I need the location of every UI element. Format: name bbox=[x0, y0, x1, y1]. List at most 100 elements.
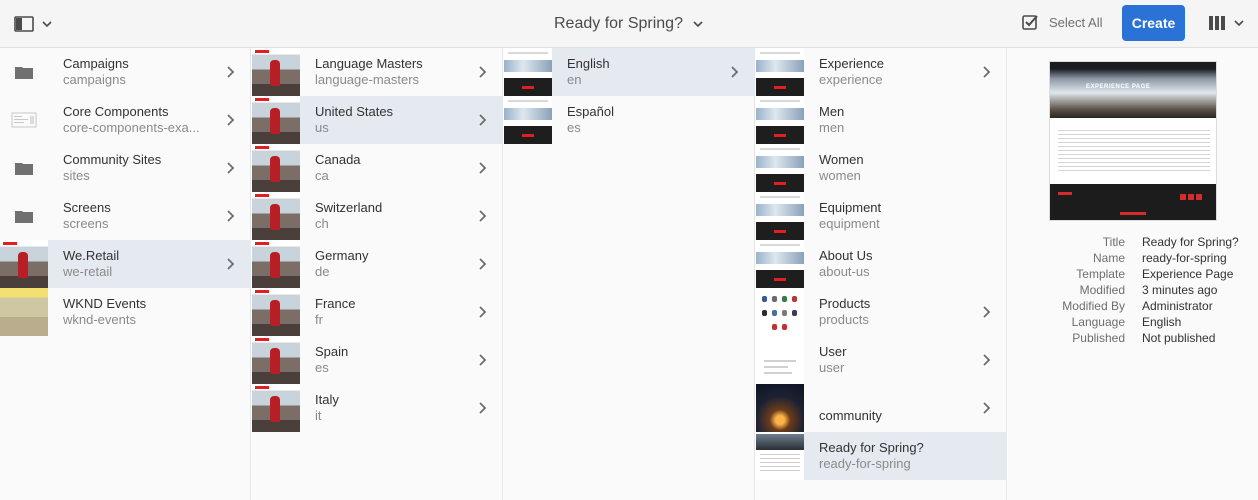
we-retail-thumbnail bbox=[252, 240, 300, 288]
property-key: Name bbox=[1092, 251, 1125, 265]
column-item-women[interactable]: Women women bbox=[756, 144, 1007, 192]
item-name: campaigns bbox=[63, 72, 126, 87]
item-title: English bbox=[567, 56, 610, 71]
item-title: Español bbox=[567, 104, 614, 119]
page-properties: Title Ready for Spring? Name ready-for-s… bbox=[1008, 235, 1258, 347]
column-item-men[interactable]: Men men bbox=[756, 96, 1007, 144]
column-item-core-components[interactable]: Core Components core-components-exa... bbox=[0, 96, 251, 144]
item-title: Campaigns bbox=[63, 56, 129, 71]
column-item-experience[interactable]: Experience experience bbox=[756, 48, 1007, 96]
page-thumbnail bbox=[756, 240, 804, 288]
select-all-label: Select All bbox=[1049, 15, 1103, 30]
column-item-we-retail[interactable]: We.Retail we-retail bbox=[0, 240, 251, 288]
item-title: community bbox=[819, 408, 882, 423]
page-title-dropdown[interactable]: Ready for Spring? bbox=[554, 13, 703, 35]
column-item-united-states[interactable]: United States us bbox=[252, 96, 503, 144]
view-switcher-button[interactable] bbox=[1208, 14, 1244, 32]
community-thumbnail bbox=[756, 384, 804, 432]
column-item-products[interactable]: Products products bbox=[756, 288, 1007, 336]
item-title: Canada bbox=[315, 152, 361, 167]
column-item-france[interactable]: France fr bbox=[252, 288, 503, 336]
item-title: Ready for Spring? bbox=[819, 440, 924, 455]
item-title: Switzerland bbox=[315, 200, 383, 215]
column-sites: Campaigns campaigns Core Components core-c… bbox=[0, 48, 251, 500]
column-item-ready-for-spring[interactable]: Ready for Spring? ready-for-spring bbox=[756, 432, 1007, 480]
item-name: women bbox=[819, 168, 861, 183]
item-title: Products bbox=[819, 296, 871, 311]
item-title: We.Retail bbox=[63, 248, 120, 263]
property-template: Template Experience Page bbox=[1008, 267, 1258, 283]
column-item-community[interactable]: community bbox=[756, 384, 1007, 432]
property-value: ready-for-spring bbox=[1142, 251, 1227, 265]
page-thumbnail bbox=[756, 432, 804, 480]
item-name: men bbox=[819, 120, 845, 135]
we-retail-thumbnail bbox=[252, 48, 300, 96]
chevron-right-icon bbox=[479, 258, 487, 270]
column-item-language-masters[interactable]: Language Masters language-masters bbox=[252, 48, 503, 96]
page-thumbnail bbox=[756, 336, 804, 384]
item-title: Community Sites bbox=[63, 152, 162, 167]
we-retail-thumbnail bbox=[252, 336, 300, 384]
column-item-canada[interactable]: Canada ca bbox=[252, 144, 503, 192]
property-key: Modified By bbox=[1062, 299, 1125, 313]
folder-icon bbox=[0, 144, 48, 192]
column-view-icon bbox=[1209, 16, 1225, 30]
property-key: Template bbox=[1076, 267, 1125, 281]
column-item-community-sites[interactable]: Community Sites sites bbox=[0, 144, 251, 192]
column-item-user[interactable]: User user bbox=[756, 336, 1007, 384]
property-modified-by: Modified By Administrator bbox=[1008, 299, 1258, 315]
column-item-switzerland[interactable]: Switzerland ch bbox=[252, 192, 503, 240]
item-name: de bbox=[315, 264, 330, 279]
column-item-italy[interactable]: Italy it bbox=[252, 384, 503, 432]
column-item-equipment[interactable]: Equipment equipment bbox=[756, 192, 1007, 240]
chevron-right-icon bbox=[227, 114, 235, 126]
column-item-english[interactable]: English en bbox=[504, 48, 755, 96]
column-item-germany[interactable]: Germany de bbox=[252, 240, 503, 288]
item-name: products bbox=[819, 312, 869, 327]
property-key: Modified bbox=[1079, 283, 1125, 297]
preview-pane: EXPERIENCE PAGE Title Ready for Spring? … bbox=[1008, 48, 1258, 500]
item-name: language-masters bbox=[315, 72, 420, 87]
action-bar: Ready for Spring? Select All Create bbox=[0, 0, 1258, 48]
select-all-button[interactable]: Select All bbox=[1022, 14, 1102, 31]
chevron-right-icon bbox=[479, 402, 487, 414]
column-english: Experience experience Men men Women women E… bbox=[756, 48, 1007, 500]
property-name: Name ready-for-spring bbox=[1008, 251, 1258, 267]
column-united-states: English en Español es bbox=[504, 48, 755, 500]
chevron-right-icon bbox=[983, 354, 991, 366]
column-item-campaigns[interactable]: Campaigns campaigns bbox=[0, 48, 251, 96]
property-title: Title Ready for Spring? bbox=[1008, 235, 1258, 251]
column-item-spain[interactable]: Spain es bbox=[252, 336, 503, 384]
we-retail-thumbnail bbox=[252, 384, 300, 432]
chevron-down-icon bbox=[42, 21, 52, 27]
item-name: ca bbox=[315, 168, 329, 183]
column-item-espanol[interactable]: Español es bbox=[504, 96, 755, 144]
rail-toggle-button[interactable] bbox=[14, 14, 56, 34]
chevron-right-icon bbox=[227, 210, 235, 222]
chevron-right-icon bbox=[983, 66, 991, 78]
column-item-screens[interactable]: Screens screens bbox=[0, 192, 251, 240]
checkbox-icon bbox=[1022, 15, 1038, 30]
property-modified: Modified 3 minutes ago bbox=[1008, 283, 1258, 299]
column-item-about-us[interactable]: About Us about-us bbox=[756, 240, 1007, 288]
item-name: equipment bbox=[819, 216, 880, 231]
column-we-retail: Language Masters language-masters United … bbox=[252, 48, 503, 500]
page-thumbnail bbox=[756, 96, 804, 144]
chevron-right-icon bbox=[983, 306, 991, 318]
chevron-right-icon bbox=[479, 210, 487, 222]
template-icon bbox=[0, 96, 48, 144]
products-thumbnail bbox=[756, 288, 804, 336]
chevron-right-icon bbox=[731, 66, 739, 78]
column-item-wknd-events[interactable]: WKND Events wknd-events bbox=[0, 288, 251, 336]
we-retail-thumbnail bbox=[0, 240, 48, 288]
property-key: Language bbox=[1071, 315, 1125, 329]
create-button[interactable]: Create bbox=[1122, 5, 1185, 41]
we-retail-thumbnail bbox=[252, 144, 300, 192]
chevron-right-icon bbox=[479, 114, 487, 126]
folder-icon bbox=[0, 192, 48, 240]
item-title: User bbox=[819, 344, 847, 359]
we-retail-thumbnail bbox=[252, 192, 300, 240]
chevron-down-icon bbox=[693, 21, 703, 27]
chevron-right-icon bbox=[983, 402, 991, 414]
item-title: Spain bbox=[315, 344, 349, 359]
